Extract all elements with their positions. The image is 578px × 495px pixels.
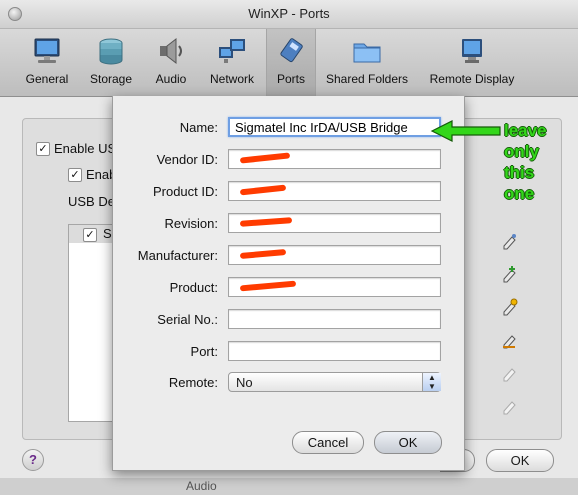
enable-ehci-checkbox[interactable]: ✓ <box>68 168 82 182</box>
toolbar-label: Storage <box>89 72 133 86</box>
toolbar-label: General <box>25 72 69 86</box>
usb-filter-move-up-icon <box>503 368 516 382</box>
settings-toolbar: General Storage Audio Network Ports Shar… <box>0 29 578 97</box>
manufacturer-label: Manufacturer: <box>137 248 218 263</box>
monitor-icon <box>34 38 60 63</box>
details-strip <box>0 478 578 495</box>
folder-icon <box>353 43 381 63</box>
usb-filter-add-from-device-icon[interactable] <box>501 298 519 316</box>
chevron-updown-icon[interactable]: ▲ ▼ <box>422 373 441 391</box>
ok-button[interactable]: OK <box>374 431 442 454</box>
product-label: Product: <box>169 280 218 295</box>
toolbar-network[interactable]: Network <box>203 29 261 96</box>
toolbar-storage[interactable]: Storage <box>84 29 138 96</box>
speaker-icon <box>160 37 182 65</box>
cancel-button[interactable]: Cancel <box>292 431 364 454</box>
toolbar-label: Shared Folders <box>325 72 409 86</box>
vendor-id-label: Vendor ID: <box>156 152 218 167</box>
toolbar-general[interactable]: General <box>14 29 80 96</box>
name-field[interactable] <box>228 117 441 137</box>
ports-icon <box>280 38 303 63</box>
toolbar-shared-folders[interactable]: Shared Folders <box>322 29 412 96</box>
toolbar-ports[interactable]: Ports <box>266 29 316 96</box>
remote-label: Remote: <box>168 375 218 390</box>
display-icon <box>462 39 482 63</box>
annotation-arrow-icon <box>430 120 501 142</box>
name-label: Name: <box>179 120 218 135</box>
filter-item-checkbox[interactable]: ✓ <box>83 228 97 242</box>
window-title: WinXP - Ports <box>248 6 330 21</box>
help-button[interactable]: ? <box>22 449 44 471</box>
device-filters-label: USB De <box>68 194 115 209</box>
annotation-line: leave <box>504 121 547 140</box>
serial-no-label: Serial No.: <box>157 312 218 327</box>
disks-icon <box>99 38 123 65</box>
annotation-line: one <box>504 184 535 203</box>
enable-usb-checkbox[interactable]: ✓ <box>36 142 50 156</box>
remote-select-value: No <box>236 375 253 390</box>
usb-filter-move-down-icon <box>503 401 516 415</box>
toolbar-label: Ports <box>276 72 305 86</box>
toolbar-remote-display[interactable]: Remote Display <box>426 29 518 96</box>
toolbar-label: Remote Display <box>429 72 515 86</box>
toolbar-label: Audio <box>155 72 187 86</box>
revision-label: Revision: <box>164 216 218 231</box>
toolbar-label: Network <box>209 72 254 86</box>
serial-no-field[interactable] <box>228 309 441 329</box>
annotation-line: only <box>504 142 539 161</box>
port-field[interactable] <box>228 341 441 361</box>
remote-select[interactable] <box>228 372 441 392</box>
product-id-label: Product ID: <box>152 184 218 199</box>
toolbar-audio[interactable]: Audio <box>144 29 198 96</box>
usb-filter-add-icon[interactable] <box>501 265 519 283</box>
usb-filter-edit-icon[interactable] <box>501 232 519 250</box>
annotation-line: this <box>504 163 535 182</box>
ok-button-main[interactable]: OK <box>486 449 554 472</box>
usb-filter-edit-pencil-icon[interactable] <box>501 331 519 349</box>
enable-usb-label: Enable US <box>54 141 117 156</box>
network-icon <box>219 39 245 63</box>
section-ghost-label: Audio <box>186 479 217 493</box>
port-label: Port: <box>190 344 218 359</box>
